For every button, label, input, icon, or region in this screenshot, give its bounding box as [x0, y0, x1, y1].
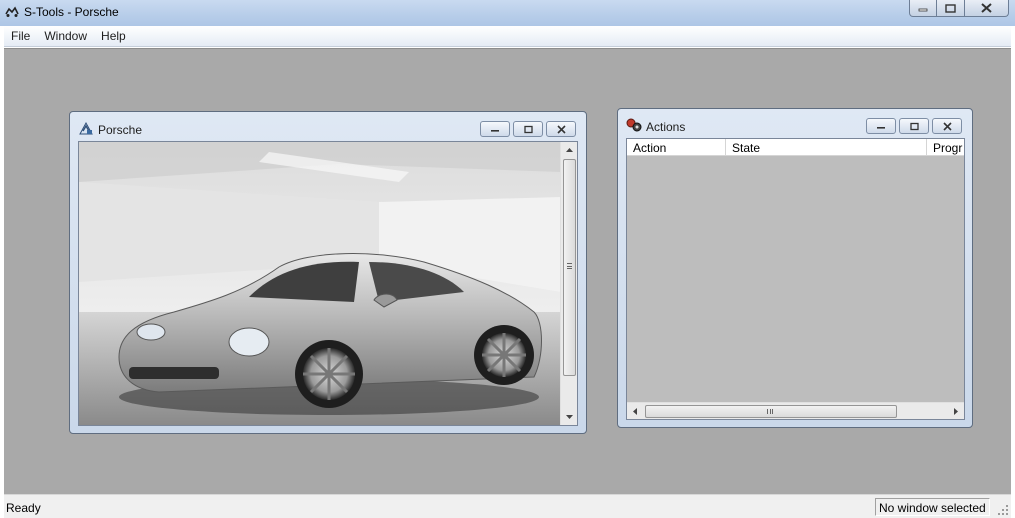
restore-icon	[523, 125, 533, 133]
close-icon	[981, 3, 992, 13]
porsche-close-button[interactable]	[546, 121, 576, 137]
actions-close-button[interactable]	[932, 118, 962, 134]
actions-window-controls	[866, 118, 962, 134]
actions-scroll-thumb[interactable]	[645, 405, 897, 418]
app-title: S-Tools - Porsche	[24, 5, 119, 19]
actions-restore-button[interactable]	[899, 118, 929, 134]
resize-grip-icon[interactable]	[997, 504, 1009, 516]
porsche-window-controls	[480, 121, 576, 137]
maximize-button[interactable]	[937, 0, 965, 17]
porsche-window-title: Porsche	[98, 123, 143, 137]
menu-bar: File Window Help	[4, 26, 1011, 47]
actions-list-header: Action State Progr	[627, 139, 964, 156]
minimize-icon	[877, 127, 885, 129]
menu-help[interactable]: Help	[94, 29, 133, 43]
porsche-restore-button[interactable]	[513, 121, 543, 137]
actions-window[interactable]: Actions Action State Progr	[617, 108, 973, 428]
stools-app-icon	[5, 6, 19, 17]
window-controls	[909, 0, 1009, 17]
porsche-photo	[79, 142, 561, 425]
actions-window-title: Actions	[646, 120, 686, 134]
scroll-grip-icon	[767, 409, 773, 414]
scroll-left-icon[interactable]	[627, 403, 644, 420]
scroll-down-icon[interactable]	[561, 408, 578, 425]
minimize-icon	[491, 130, 499, 132]
restore-icon	[909, 122, 919, 130]
column-header-action[interactable]: Action	[627, 139, 726, 156]
actions-minimize-button[interactable]	[866, 118, 896, 134]
picture-icon	[79, 121, 93, 135]
scroll-grip-icon	[567, 263, 572, 269]
porsche-scroll-thumb[interactable]	[563, 159, 576, 376]
close-icon	[942, 121, 952, 131]
scroll-right-icon[interactable]	[947, 403, 964, 420]
porsche-minimize-button[interactable]	[480, 121, 510, 137]
column-header-state[interactable]: State	[726, 139, 927, 156]
porsche-image-pane	[78, 141, 578, 426]
menu-window[interactable]: Window	[37, 29, 94, 43]
actions-icon	[626, 118, 642, 132]
actions-horizontal-scrollbar[interactable]	[627, 402, 964, 419]
maximize-icon	[945, 3, 956, 13]
actions-list-body[interactable]	[627, 156, 964, 402]
menu-file[interactable]: File	[4, 29, 37, 43]
main-titlebar[interactable]: S-Tools - Porsche	[0, 0, 1015, 26]
status-window-panel: No window selected	[875, 498, 990, 516]
mdi-workspace: Porsche Actions Action State Progr	[4, 48, 1011, 494]
porsche-window[interactable]: Porsche	[69, 111, 587, 434]
status-bar: Ready No window selected	[4, 494, 1011, 518]
minimize-icon	[918, 8, 928, 12]
status-text: Ready	[6, 501, 41, 515]
column-header-progress[interactable]: Progr	[927, 139, 964, 156]
close-button[interactable]	[965, 0, 1009, 17]
actions-list-view[interactable]: Action State Progr	[626, 138, 965, 420]
porsche-vertical-scrollbar[interactable]	[560, 142, 577, 425]
scroll-up-icon[interactable]	[561, 142, 578, 159]
minimize-button[interactable]	[909, 0, 937, 17]
close-icon	[556, 124, 566, 134]
